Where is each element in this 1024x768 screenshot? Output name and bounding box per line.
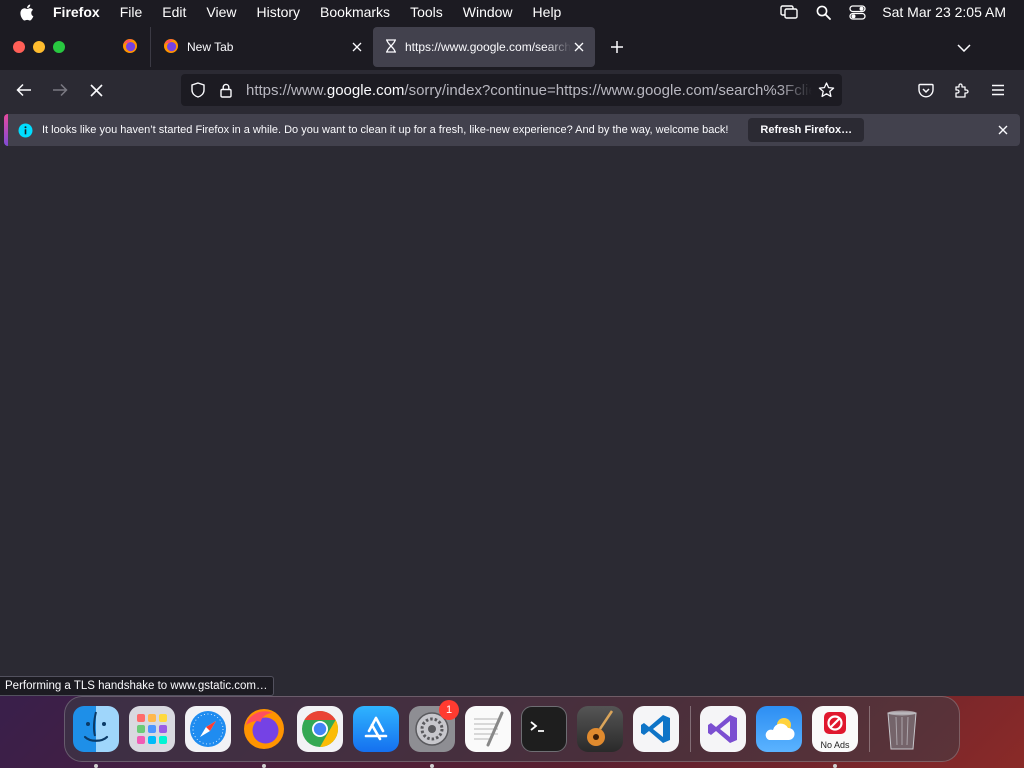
refresh-firefox-notification: It looks like you haven’t started Firefo… [4,114,1020,146]
firefox-favicon-icon [163,38,179,57]
dock-separator [869,706,870,752]
menu-tools[interactable]: Tools [400,4,453,20]
dock-textedit[interactable] [465,706,511,752]
menu-bookmarks[interactable]: Bookmarks [310,4,400,20]
vscode-icon [633,706,679,752]
firefox-favicon-icon [122,38,138,57]
status-panel: Performing a TLS handshake to www.gstati… [0,676,274,696]
extensions-puzzle-icon[interactable] [944,74,980,106]
window-controls [0,41,110,53]
dock-system-settings[interactable]: 1 [409,700,459,768]
tracking-protection-shield-icon[interactable] [184,74,212,106]
trash-icon [879,706,925,752]
close-window-button[interactable] [13,41,25,53]
menu-bar: Firefox File Edit View History Bookmarks… [0,0,1024,24]
firefox-window: New Tab https://www.google.com/search? h… [0,24,1024,696]
new-tab-plus-icon[interactable] [597,27,637,67]
running-indicator [833,764,837,768]
finder-icon [73,706,119,752]
dock-finder[interactable] [73,706,119,768]
toolbar-right-buttons [908,74,1016,106]
safari-compass-icon [185,706,231,752]
terminal-icon [521,706,567,752]
textedit-icon [465,706,511,752]
dock: 1 No Ads [64,696,960,768]
menu-history[interactable]: History [246,4,310,20]
list-all-tabs-chevron-icon[interactable] [952,36,976,60]
launchpad-icon [129,706,175,752]
app-store-icon [353,706,399,752]
info-icon [8,123,42,138]
page-content-area[interactable] [0,150,1024,696]
chrome-icon [297,706,343,752]
dock-safari[interactable] [185,706,231,752]
dock-chrome[interactable] [297,706,343,752]
dock-weather[interactable] [756,706,802,752]
menu-window[interactable]: Window [453,4,523,20]
screen-mirroring-icon[interactable] [772,5,806,19]
url-prefix: https://www. [246,81,327,99]
tab-strip: New Tab https://www.google.com/search? [0,24,1024,70]
dock-terminal[interactable] [521,706,567,752]
weather-cloud-icon [756,706,802,752]
menubar-clock[interactable]: Sat Mar 23 2:05 AM [874,4,1006,20]
visual-studio-icon [700,706,746,752]
pinned-tab[interactable] [110,27,150,67]
hamburger-menu-icon[interactable] [980,74,1016,106]
menu-edit[interactable]: Edit [152,4,196,20]
tab-title: New Tab [187,40,234,54]
dock-garageband[interactable] [577,706,623,752]
control-center-icon[interactable] [840,4,874,20]
close-tab-icon[interactable] [571,39,587,55]
tab-google-search-active[interactable]: https://www.google.com/search? [373,27,595,67]
url-text[interactable]: https://www.google.com/sorry/index?conti… [246,82,812,99]
tab-new-tab[interactable]: New Tab [151,27,373,67]
menu-file[interactable]: File [110,4,153,20]
dock-visual-studio[interactable] [700,706,746,752]
dock-no-ads[interactable]: No Ads [812,706,858,768]
url-path: /sorry/index?continue=https://www.google… [404,81,812,99]
dock-app-store[interactable] [353,706,399,752]
running-indicator [430,764,434,768]
hourglass-loading-icon [385,38,397,56]
lock-icon[interactable] [212,74,240,106]
zoom-window-button[interactable] [53,41,65,53]
spotlight-search-icon[interactable] [806,5,840,20]
firefox-icon [241,706,287,752]
no-ads-icon: No Ads [812,706,858,752]
minimize-window-button[interactable] [33,41,45,53]
bookmark-star-icon[interactable] [812,74,840,106]
refresh-firefox-button[interactable]: Refresh Firefox… [748,118,865,142]
apple-menu-icon[interactable] [0,4,52,21]
back-arrow-icon[interactable] [6,74,42,106]
no-ads-label: No Ads [820,740,850,750]
menu-view[interactable]: View [196,4,246,20]
dock-vscode[interactable] [633,706,679,752]
pocket-icon[interactable] [908,74,944,106]
address-bar[interactable]: https://www.google.com/sorry/index?conti… [181,74,842,106]
url-host: google.com [326,81,405,99]
dock-firefox[interactable] [241,706,287,768]
tab-title: https://www.google.com/search? [405,40,571,54]
menu-app-name[interactable]: Firefox [52,4,110,20]
notification-badge: 1 [439,700,459,720]
guitar-icon [577,706,623,752]
dock-separator [690,706,691,752]
forward-arrow-icon[interactable] [42,74,78,106]
running-indicator [94,764,98,768]
stop-loading-x-icon[interactable] [78,74,114,106]
close-notification-icon[interactable] [986,125,1020,135]
close-tab-icon[interactable] [349,39,365,55]
navigation-toolbar: https://www.google.com/sorry/index?conti… [0,70,1024,110]
running-indicator [262,764,266,768]
menu-help[interactable]: Help [523,4,572,20]
notification-message: It looks like you haven’t started Firefo… [42,124,729,136]
dock-launchpad[interactable] [129,706,175,752]
dock-trash[interactable] [879,706,925,752]
